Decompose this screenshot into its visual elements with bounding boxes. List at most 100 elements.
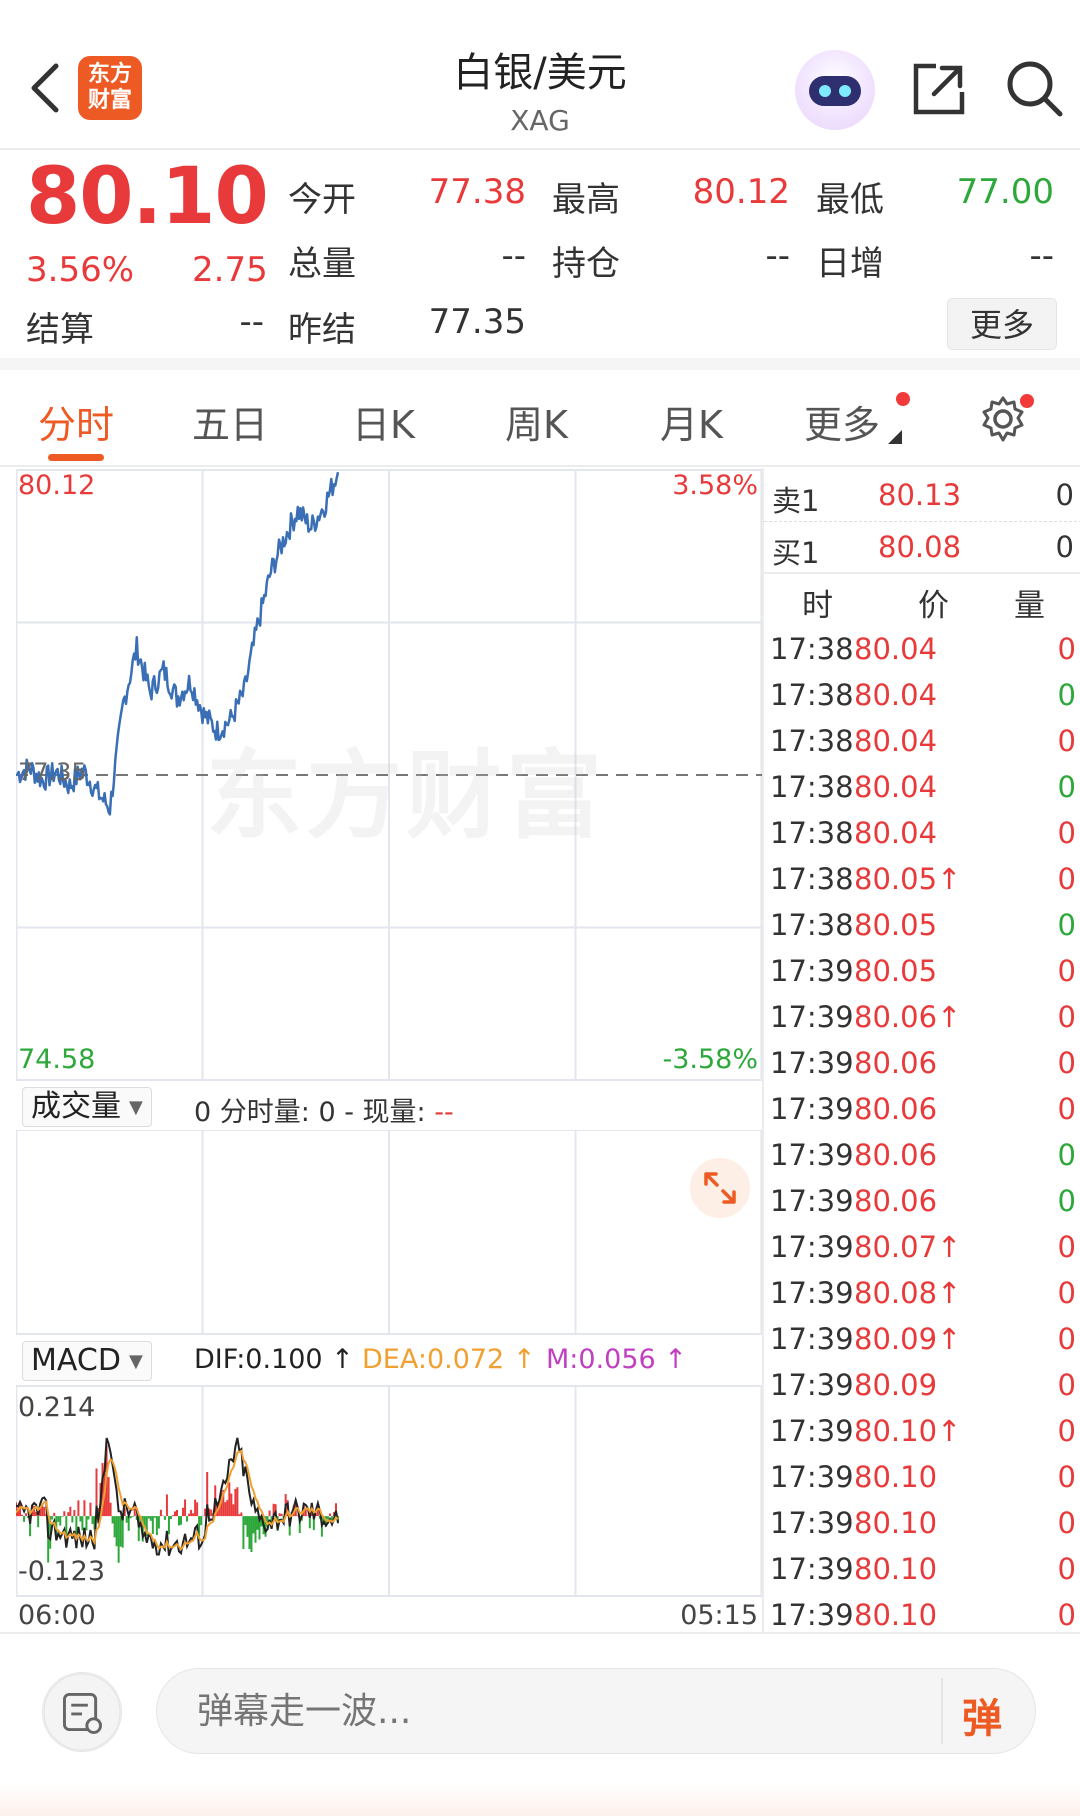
prev-settlement-label: 昨结 (288, 310, 356, 350)
more-quote-button[interactable]: 更多 (947, 298, 1057, 350)
tab-more[interactable]: 更多 (804, 394, 880, 449)
ticker-row: 17:39 80.09 0 (764, 1364, 1080, 1410)
danmu-footer: 弹 (0, 1632, 1080, 1816)
tab-intraday[interactable]: 分时 (38, 394, 114, 449)
ticker-time: 17:39 (770, 1552, 854, 1586)
daily-increase-label: 日增 (816, 244, 884, 284)
daily-increase-value: -- (1029, 236, 1054, 276)
ticker-volume: 0 (1057, 1598, 1076, 1632)
ticker-price: 80.05 (854, 954, 938, 988)
ticker-volume: 0 (1057, 1092, 1076, 1126)
ticker-price: 80.10↑ (854, 1414, 962, 1448)
ticker-price: 80.06↑ (854, 1000, 962, 1034)
volume-selector[interactable]: 成交量 ▼ (22, 1087, 152, 1127)
ticker-price: 80.09 (854, 1368, 938, 1402)
time-start-label: 06:00 (18, 1600, 96, 1631)
ticker-time: 17:38 (770, 632, 854, 666)
ticker-row: 17:39 80.08↑ 0 (764, 1272, 1080, 1318)
input-divider (941, 1678, 943, 1744)
ticker-price: 80.04 (854, 816, 938, 850)
ticker-time: 17:39 (770, 1414, 854, 1448)
open-value: 77.38 (428, 172, 526, 212)
active-tab-indicator (48, 454, 104, 461)
ticker-volume: 0 (1057, 1046, 1076, 1080)
volume-value: -- (501, 236, 526, 276)
macd-dif-line (16, 1437, 339, 1556)
ticker-volume: 0 (1057, 908, 1076, 942)
ticker-price: 80.04 (854, 678, 938, 712)
open-interest-value: -- (765, 236, 790, 276)
expand-icon[interactable] (690, 1158, 750, 1218)
ticker-row: 17:39 80.06 0 (764, 1042, 1080, 1088)
top-bar: 东方财富 白银/美元 XAG (0, 0, 1080, 150)
share-icon[interactable] (910, 60, 968, 118)
ticker-price: 80.10 (854, 1598, 938, 1632)
ticker-time: 17:38 (770, 724, 854, 758)
price-max-label: 80.12 (18, 470, 96, 501)
danmu-input[interactable] (156, 1668, 1036, 1754)
volume-indicator-bar: 成交量 ▼ 0 分时量: 0 - 现量: -- (16, 1082, 762, 1130)
change-amount: 2.75 (192, 250, 268, 290)
pct-max-label: 3.58% (672, 470, 758, 501)
macd-min-label: -0.123 (18, 1556, 106, 1587)
ticker-row: 17:38 80.04 0 (764, 766, 1080, 812)
price-min-label: 74.58 (18, 1044, 96, 1075)
macd-dif: DIF:0.100 ↑ (194, 1344, 354, 1375)
ticker-price: 80.10 (854, 1552, 938, 1586)
tab-monthly-k[interactable]: 月K (660, 394, 723, 449)
ticker-volume: 0 (1057, 1276, 1076, 1310)
ticker-row: 17:39 80.05 0 (764, 950, 1080, 996)
ticker-volume: 0 (1057, 1552, 1076, 1586)
ticker-volume: 0 (1057, 678, 1076, 712)
chart-canvas (16, 469, 762, 1597)
ticker-time: 17:39 (770, 1276, 854, 1310)
ticker-time: 17:38 (770, 862, 854, 896)
ticker-row: 17:39 80.10 0 (764, 1456, 1080, 1502)
ticker-row: 17:39 80.10 0 (764, 1502, 1080, 1548)
prev-close-label: 77.35 (18, 758, 87, 786)
ticker-volume: 0 (1057, 1000, 1076, 1034)
ticker-price: 80.06 (854, 1138, 938, 1172)
ticker-price: 80.06 (854, 1184, 938, 1218)
ticker-row: 17:39 80.06 0 (764, 1088, 1080, 1134)
last-price: 80.10 (26, 152, 269, 242)
ticker-header: 时 价 量 (802, 588, 1045, 624)
ticker-row: 17:38 80.05 0 (764, 904, 1080, 950)
ticker-price: 80.09↑ (854, 1322, 962, 1356)
ticker-row: 17:39 80.10 0 (764, 1548, 1080, 1594)
search-icon[interactable] (1004, 58, 1064, 118)
macd-m: M:0.056 ↑ (546, 1344, 687, 1375)
ticker-time: 17:39 (770, 1598, 854, 1632)
instrument-code: XAG (510, 104, 570, 137)
intraday-chart[interactable]: 东方财富 80.12 3.58% 77.35 74.58 -3.58% 成交量 ▼… (16, 468, 762, 1638)
tab-five-day[interactable]: 五日 (192, 394, 268, 449)
low-label: 最低 (816, 180, 884, 220)
quote-panel: 80.10 3.56% 2.75 今开 77.38 最高 80.12 最低 77… (0, 152, 1080, 370)
ticker-row: 17:38 80.04 0 (764, 812, 1080, 858)
open-label: 今开 (288, 180, 356, 220)
tab-daily-k[interactable]: 日K (352, 394, 415, 449)
ticker-row: 17:39 80.06↑ 0 (764, 996, 1080, 1042)
change-percent: 3.56% (26, 250, 135, 290)
ticker-time: 17:39 (770, 1046, 854, 1080)
ticker-price: 80.04 (854, 770, 938, 804)
macd-selector[interactable]: MACD ▼ (22, 1341, 152, 1381)
watermark: 东方财富 (206, 740, 606, 852)
ticker-volume: 0 (1057, 816, 1076, 850)
comment-list-icon[interactable] (42, 1672, 122, 1752)
ticker-volume: 0 (1057, 1506, 1076, 1540)
ticker-volume: 0 (1057, 954, 1076, 988)
ticker-row: 17:39 80.06 0 (764, 1134, 1080, 1180)
ticker-volume: 0 (1057, 862, 1076, 896)
high-label: 最高 (552, 180, 620, 220)
ticker-time: 17:38 (770, 678, 854, 712)
tab-weekly-k[interactable]: 周K (505, 394, 568, 449)
volume-info: 0 分时量: 0 - 现量: -- (194, 1097, 454, 1128)
ai-assistant-robot-icon[interactable] (795, 50, 875, 130)
danmu-toggle-button[interactable]: 弹 (962, 1686, 1002, 1744)
open-interest-label: 持仓 (552, 244, 620, 284)
ticker-time: 17:39 (770, 1138, 854, 1172)
chart-period-tabs: 分时 五日 日K 周K 月K 更多 (0, 370, 1080, 467)
back-arrow-icon[interactable] (22, 58, 70, 118)
ticker-volume: 0 (1057, 1368, 1076, 1402)
